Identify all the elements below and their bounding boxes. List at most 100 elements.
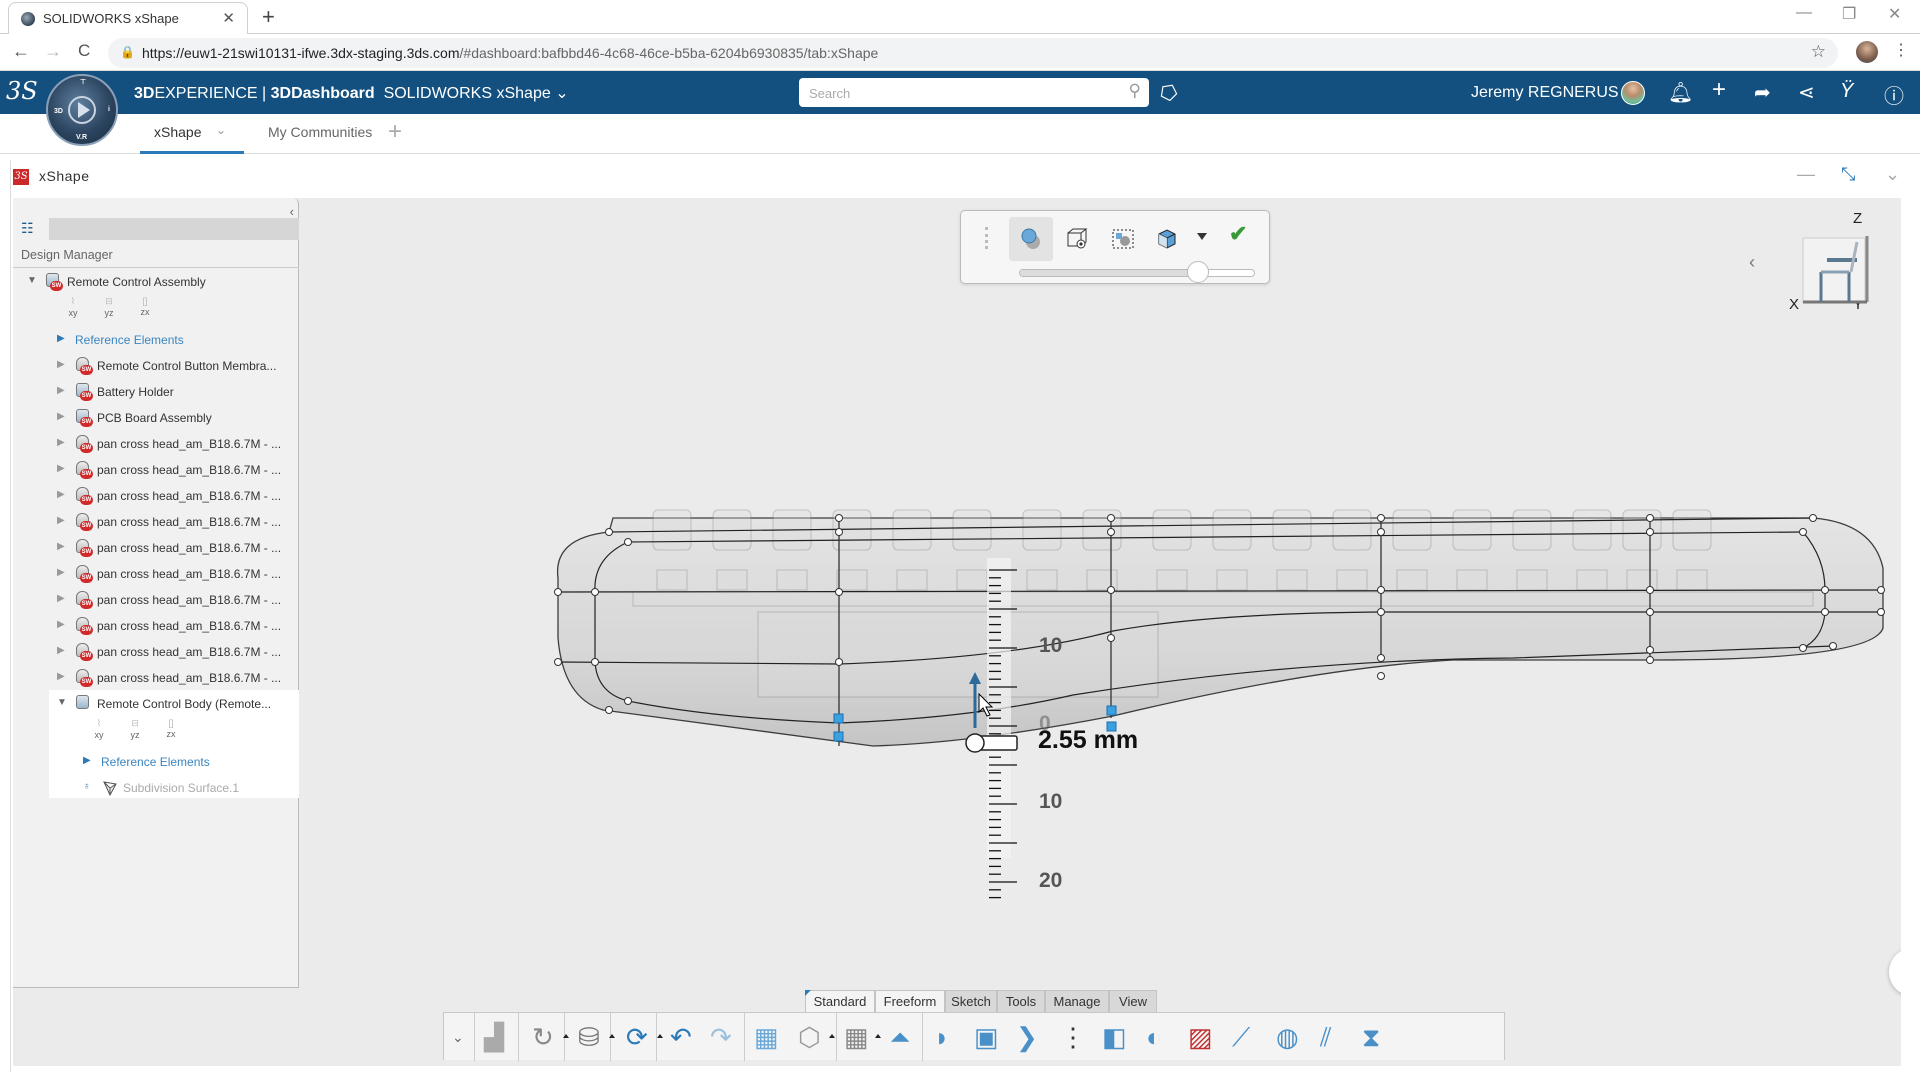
plane-yz[interactable]: ⊟ yz xyxy=(125,718,145,740)
expand-arrow-icon[interactable]: ▶ xyxy=(57,385,65,396)
expand-arrow-icon[interactable]: ▶ xyxy=(57,437,65,448)
section-tab-standard[interactable]: Standard xyxy=(805,990,875,1012)
collapse-button[interactable]: ⌄ xyxy=(448,1021,466,1053)
search-input[interactable] xyxy=(809,83,1099,103)
plane-yz[interactable]: ⊟ yz xyxy=(99,296,119,318)
expand-arrow-icon[interactable]: ▶ xyxy=(57,489,65,500)
cage-vertex[interactable] xyxy=(1377,586,1385,594)
cage-vertex[interactable] xyxy=(1107,586,1115,594)
cage-vertex[interactable] xyxy=(605,528,613,536)
mirror-button[interactable]: ◐ xyxy=(1142,1021,1174,1053)
cage-vertex[interactable] xyxy=(1377,528,1385,536)
section-tab-tools[interactable]: Tools xyxy=(997,990,1045,1012)
reload-button[interactable]: C xyxy=(78,41,90,61)
more-options-icon[interactable] xyxy=(657,1034,663,1038)
cage-vertex[interactable] xyxy=(554,658,562,666)
tab-xshape[interactable]: xShape ⌄ xyxy=(140,114,244,154)
previous-view-icon[interactable]: ‹ xyxy=(1749,252,1755,273)
app-title[interactable]: 3DEXPERIENCE | 3DDashboard SOLIDWORKS xS… xyxy=(134,83,569,103)
tab-my-communities[interactable]: My Communities xyxy=(268,124,372,140)
cage-vertex[interactable] xyxy=(1877,586,1885,594)
symmetry-button[interactable]: ⧗ xyxy=(1358,1021,1390,1053)
cage-vertex[interactable] xyxy=(1107,634,1115,642)
slide-edge-button[interactable]: ⫽ xyxy=(1316,1021,1348,1053)
wireframe-display-button[interactable] xyxy=(1055,217,1099,261)
patch-face-button[interactable]: ◧ xyxy=(1098,1021,1130,1053)
save-to-database-button[interactable]: ⛁ xyxy=(574,1021,615,1053)
tree-item-part[interactable]: ▶ SW pan cross head_am_B18.6.7M - ... xyxy=(13,484,299,508)
tree-item-part[interactable]: ▶ SW pan cross head_am_B18.6.7M - ... xyxy=(13,510,299,534)
expand-arrow-icon[interactable]: ▶ xyxy=(83,755,91,766)
tree-item-subdivision-surface[interactable]: ♁ Subdivision Surface.1 xyxy=(13,776,299,800)
add-tab-button[interactable]: + xyxy=(388,118,402,146)
more-options-icon[interactable] xyxy=(609,1034,615,1038)
tree-item-assembly[interactable]: ▶ SW Battery Holder xyxy=(13,380,299,404)
redo-button[interactable]: ↷ xyxy=(706,1021,738,1053)
expand-arrow-icon[interactable]: ♁ xyxy=(83,781,91,792)
more-options-icon[interactable] xyxy=(563,1034,569,1038)
cage-vertex[interactable] xyxy=(1821,586,1829,594)
search-icon[interactable]: ⚲ xyxy=(1129,81,1141,101)
cage-vertex[interactable] xyxy=(1107,528,1115,536)
tree-item-assembly[interactable]: ▶ SW PCB Board Assembly xyxy=(13,406,299,430)
add-icon[interactable]: + xyxy=(1712,76,1726,104)
update-button[interactable]: ⟳ xyxy=(622,1021,663,1053)
cage-vertex[interactable] xyxy=(1646,656,1654,664)
tree-item-reference-elements[interactable]: ▶ Reference Elements xyxy=(13,328,299,352)
bridge-faces-button[interactable]: ❯ xyxy=(1012,1021,1044,1053)
cage-vertex[interactable] xyxy=(1646,646,1654,654)
tab-chevron-down-icon[interactable]: ⌄ xyxy=(216,123,226,137)
widget-menu-button[interactable]: ⌄ xyxy=(1885,164,1900,185)
cage-vertex[interactable] xyxy=(1877,608,1885,616)
manipulator-knob[interactable] xyxy=(965,733,985,753)
cage-vertex[interactable] xyxy=(1646,608,1654,616)
selected-vertex-handle[interactable] xyxy=(1106,705,1117,716)
drag-handle[interactable] xyxy=(985,227,988,249)
subdivision-grid-button[interactable]: ▦ xyxy=(750,1021,782,1053)
tree-item-part[interactable]: ▶ SW pan cross head_am_B18.6.7M - ... xyxy=(13,536,299,560)
expand-arrow-icon[interactable]: ▶ xyxy=(57,619,65,630)
share-icon[interactable]: ➦ xyxy=(1754,80,1771,105)
more-options-icon[interactable] xyxy=(875,1034,881,1038)
cage-vertex[interactable] xyxy=(1821,608,1829,616)
window-restore-button[interactable]: ❐ xyxy=(1842,4,1856,24)
tree-item-part[interactable]: ▶ SW pan cross head_am_B18.6.7M - ... xyxy=(13,458,299,482)
chrome-menu-icon[interactable]: ⋮ xyxy=(1893,40,1909,60)
expand-arrow-icon[interactable]: ▶ xyxy=(57,645,65,656)
tree-item-part[interactable]: ▶ SW pan cross head_am_B18.6.7M - ... xyxy=(13,666,299,690)
cage-vertex[interactable] xyxy=(1377,514,1385,522)
expand-arrow-icon[interactable]: ▶ xyxy=(57,411,65,422)
cage-vertex[interactable] xyxy=(1799,528,1807,536)
cage-vertex[interactable] xyxy=(835,588,843,596)
user-name[interactable]: Jeremy REGNERUS xyxy=(1471,84,1619,102)
expand-arrow-icon[interactable]: ▶ xyxy=(57,333,65,344)
view-cube[interactable]: Z X Y xyxy=(1789,210,1885,320)
more-options-icon[interactable] xyxy=(829,1034,835,1038)
cage-vertex[interactable] xyxy=(1799,644,1807,652)
extrude-face-button[interactable]: ⏶ xyxy=(886,1021,918,1053)
cage-vertex[interactable] xyxy=(835,658,843,666)
cage-vertex[interactable] xyxy=(835,528,843,536)
cage-vertex[interactable] xyxy=(1829,642,1837,650)
cage-vertex[interactable] xyxy=(835,514,843,522)
cage-vertex[interactable] xyxy=(1809,514,1817,522)
notifications-icon[interactable]: 🔔︎ xyxy=(1668,80,1693,105)
tree-item-reference-elements[interactable]: ▶ Reference Elements xyxy=(13,750,299,774)
address-bar[interactable]: 🔒 https://euw1-21swi10131-ifwe.3dx-stagi… xyxy=(108,38,1838,68)
tree-item-part[interactable]: ▶ SW Remote Control Button Membra... xyxy=(13,354,299,378)
revise-button[interactable]: ↻ xyxy=(528,1021,569,1053)
section-tab-view[interactable]: View xyxy=(1109,990,1157,1012)
primitive-shapes-button[interactable]: ⬡ xyxy=(794,1021,835,1053)
widget-restore-button[interactable]: ⤡ xyxy=(1841,164,1855,185)
collapse-arrow-icon[interactable]: ▼ xyxy=(57,697,67,708)
chrome-profile-avatar[interactable] xyxy=(1856,41,1878,63)
cage-vertex[interactable] xyxy=(591,588,599,596)
inset-face-button[interactable]: ▣ xyxy=(970,1021,1002,1053)
plane-xy[interactable]: ⌇ xy xyxy=(89,718,109,740)
transparency-slider[interactable] xyxy=(1019,261,1255,283)
slider-thumb[interactable] xyxy=(1186,261,1209,283)
section-tab-manage[interactable]: Manage xyxy=(1045,990,1109,1012)
tree-item-active-body[interactable]: ▼ Remote Control Body (Remote... xyxy=(13,692,299,716)
plane-xy[interactable]: ⌇ xy xyxy=(63,296,83,318)
forward-button[interactable]: → xyxy=(44,41,62,62)
